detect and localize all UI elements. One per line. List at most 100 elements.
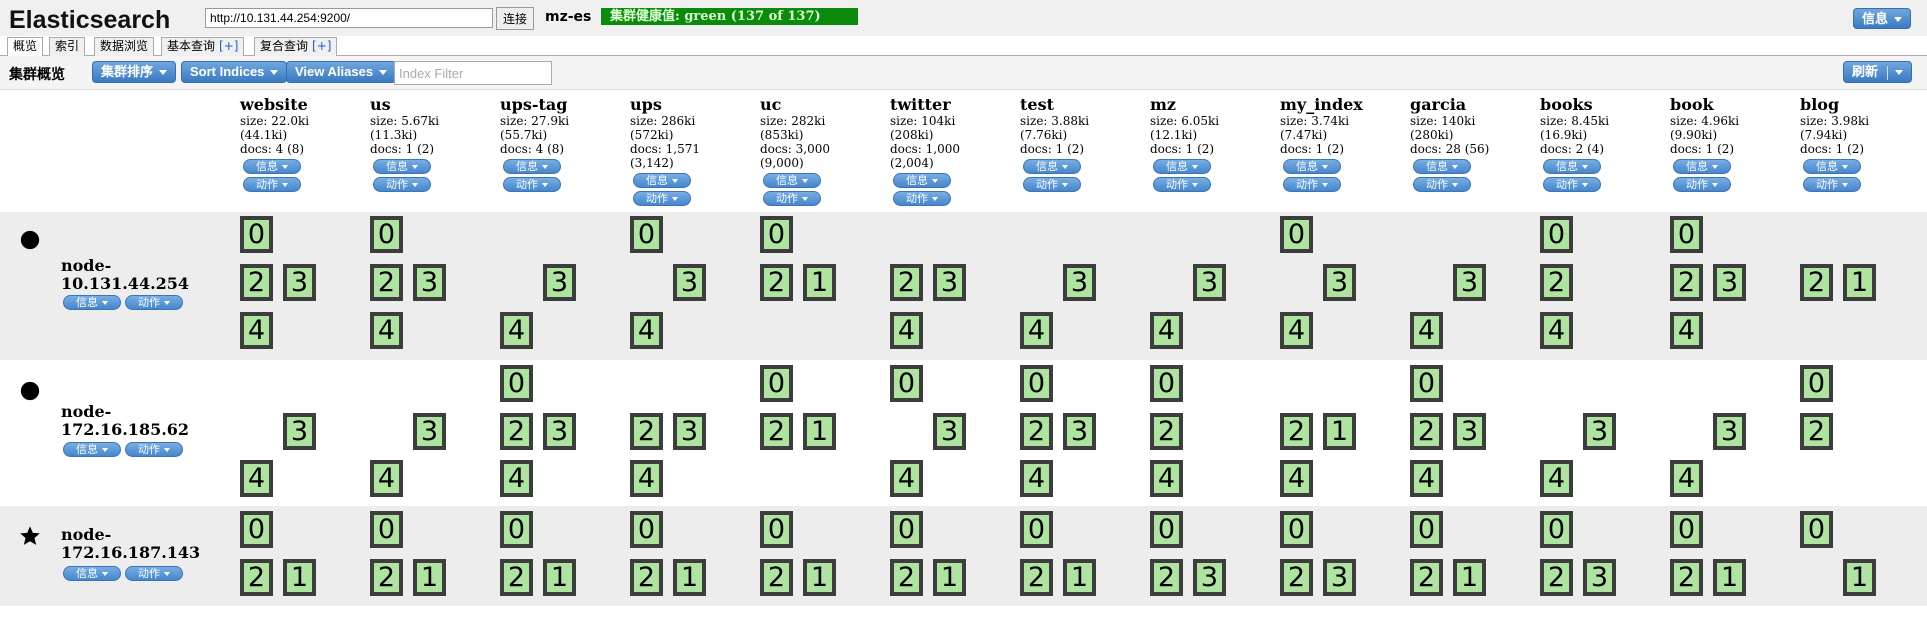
shard[interactable]: 2 xyxy=(760,559,793,596)
shard[interactable]: 4 xyxy=(370,460,403,497)
shard[interactable]: 2 xyxy=(1020,413,1053,450)
shard[interactable]: 4 xyxy=(500,460,533,497)
shard[interactable]: 1 xyxy=(673,559,706,596)
shard[interactable]: 2 xyxy=(500,413,533,450)
shard[interactable]: 1 xyxy=(543,559,576,596)
shard[interactable]: 3 xyxy=(413,264,446,301)
index-info-button[interactable]: 信息 xyxy=(1023,159,1081,174)
shard[interactable]: 4 xyxy=(890,460,923,497)
shard[interactable]: 1 xyxy=(803,264,836,301)
index-action-button[interactable]: 动作 xyxy=(763,191,821,206)
cluster-sort-button[interactable]: 集群排序 xyxy=(92,61,177,83)
shard[interactable]: 4 xyxy=(1020,460,1053,497)
shard[interactable]: 4 xyxy=(1150,312,1183,349)
shard[interactable]: 3 xyxy=(413,413,446,450)
index-info-button[interactable]: 信息 xyxy=(1803,159,1861,174)
shard[interactable]: 0 xyxy=(1280,216,1313,253)
shard[interactable]: 2 xyxy=(630,559,663,596)
index-action-button[interactable]: 动作 xyxy=(1283,177,1341,192)
shard[interactable]: 0 xyxy=(240,511,273,548)
shard[interactable]: 1 xyxy=(413,559,446,596)
shard[interactable]: 1 xyxy=(1843,264,1876,301)
shard[interactable]: 0 xyxy=(1410,365,1443,402)
shard[interactable]: 2 xyxy=(1280,413,1313,450)
shard[interactable]: 0 xyxy=(1150,511,1183,548)
shard[interactable]: 3 xyxy=(1583,413,1616,450)
shard[interactable]: 2 xyxy=(1540,264,1573,301)
index-info-button[interactable]: 信息 xyxy=(763,173,821,188)
node-info-button[interactable]: 信息 xyxy=(63,566,121,581)
index-action-button[interactable]: 动作 xyxy=(1543,177,1601,192)
node-info-button[interactable]: 信息 xyxy=(63,295,121,310)
shard[interactable]: 3 xyxy=(1193,559,1226,596)
index-action-button[interactable]: 动作 xyxy=(373,177,431,192)
shard[interactable]: 4 xyxy=(1150,460,1183,497)
index-info-button[interactable]: 信息 xyxy=(633,173,691,188)
index-action-button[interactable]: 动作 xyxy=(243,177,301,192)
node-action-button[interactable]: 动作 xyxy=(125,566,183,581)
shard[interactable]: 0 xyxy=(1670,216,1703,253)
shard[interactable]: 3 xyxy=(283,264,316,301)
shard[interactable]: 4 xyxy=(1670,312,1703,349)
shard[interactable]: 0 xyxy=(760,216,793,253)
shard[interactable]: 0 xyxy=(1280,511,1313,548)
index-info-button[interactable]: 信息 xyxy=(1283,159,1341,174)
shard[interactable]: 3 xyxy=(933,264,966,301)
shard[interactable]: 4 xyxy=(630,312,663,349)
shard[interactable]: 1 xyxy=(1323,413,1356,450)
shard[interactable]: 0 xyxy=(630,511,663,548)
shard[interactable]: 3 xyxy=(673,264,706,301)
index-action-button[interactable]: 动作 xyxy=(1153,177,1211,192)
cluster-url-input[interactable] xyxy=(205,8,493,28)
shard[interactable]: 0 xyxy=(1800,511,1833,548)
node-info-button[interactable]: 信息 xyxy=(63,442,121,457)
shard[interactable]: 2 xyxy=(630,413,663,450)
shard[interactable]: 0 xyxy=(1150,365,1183,402)
shard[interactable]: 0 xyxy=(1020,365,1053,402)
shard[interactable]: 4 xyxy=(1540,460,1573,497)
tab-indices[interactable]: 索引 xyxy=(49,37,86,56)
shard[interactable]: 3 xyxy=(283,413,316,450)
shard[interactable]: 2 xyxy=(1150,559,1183,596)
shard[interactable]: 3 xyxy=(1063,413,1096,450)
connect-button[interactable]: 连接 xyxy=(496,7,535,30)
shard[interactable]: 2 xyxy=(1540,559,1573,596)
shard[interactable]: 2 xyxy=(1020,559,1053,596)
shard[interactable]: 3 xyxy=(1323,559,1356,596)
index-info-button[interactable]: 信息 xyxy=(373,159,431,174)
shard[interactable]: 1 xyxy=(283,559,316,596)
shard[interactable]: 2 xyxy=(240,559,273,596)
shard[interactable]: 2 xyxy=(890,559,923,596)
shard[interactable]: 0 xyxy=(370,511,403,548)
index-info-button[interactable]: 信息 xyxy=(1543,159,1601,174)
shard[interactable]: 3 xyxy=(1453,413,1486,450)
shard[interactable]: 2 xyxy=(240,264,273,301)
shard[interactable]: 0 xyxy=(1540,511,1573,548)
index-action-button[interactable]: 动作 xyxy=(1803,177,1861,192)
view-aliases-button[interactable]: View Aliases xyxy=(286,61,397,83)
tab-overview[interactable]: 概览 xyxy=(7,37,44,57)
shard[interactable]: 2 xyxy=(1670,559,1703,596)
index-action-button[interactable]: 动作 xyxy=(893,191,951,206)
shard[interactable]: 0 xyxy=(760,365,793,402)
shard[interactable]: 3 xyxy=(1713,413,1746,450)
node-action-button[interactable]: 动作 xyxy=(125,442,183,457)
shard[interactable]: 2 xyxy=(1410,413,1443,450)
shard[interactable]: 4 xyxy=(1410,312,1443,349)
index-info-button[interactable]: 信息 xyxy=(893,173,951,188)
shard[interactable]: 3 xyxy=(543,264,576,301)
shard[interactable]: 3 xyxy=(543,413,576,450)
refresh-button[interactable]: 刷新 xyxy=(1843,61,1913,83)
index-action-button[interactable]: 动作 xyxy=(1673,177,1731,192)
shard[interactable]: 3 xyxy=(673,413,706,450)
shard[interactable]: 2 xyxy=(370,264,403,301)
shard[interactable]: 0 xyxy=(630,216,663,253)
shard[interactable]: 3 xyxy=(1323,264,1356,301)
shard[interactable]: 1 xyxy=(1063,559,1096,596)
shard[interactable]: 4 xyxy=(1410,460,1443,497)
sort-indices-button[interactable]: Sort Indices xyxy=(181,61,288,83)
shard[interactable]: 4 xyxy=(1670,460,1703,497)
node-action-button[interactable]: 动作 xyxy=(125,295,183,310)
shard[interactable]: 0 xyxy=(240,216,273,253)
shard[interactable]: 2 xyxy=(370,559,403,596)
